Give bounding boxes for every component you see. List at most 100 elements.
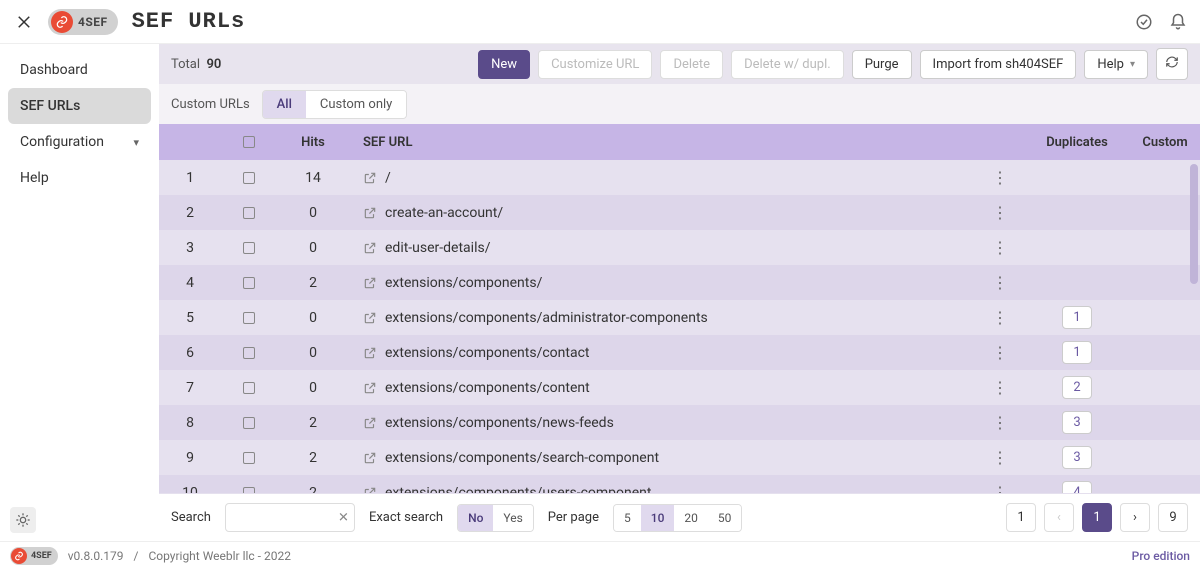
- row-hits: 0: [277, 345, 349, 361]
- row-checkbox[interactable]: [243, 277, 255, 289]
- row-actions-icon[interactable]: ⋮: [992, 240, 1008, 256]
- per-page-label: Per page: [548, 510, 599, 525]
- table-row[interactable]: 20create-an-account/⋮: [159, 195, 1200, 230]
- row-url[interactable]: extensions/components/contact: [385, 345, 590, 361]
- bell-icon[interactable]: [1168, 12, 1188, 32]
- duplicates-badge[interactable]: 1: [1062, 306, 1091, 329]
- row-actions-icon[interactable]: ⋮: [992, 275, 1008, 291]
- col-hits[interactable]: Hits: [277, 135, 349, 150]
- per-page-10[interactable]: 10: [641, 505, 675, 531]
- table-row[interactable]: 42extensions/components/⋮: [159, 265, 1200, 300]
- col-duplicates[interactable]: Duplicates: [1024, 135, 1130, 150]
- check-circle-icon[interactable]: [1134, 12, 1154, 32]
- page-next[interactable]: ›: [1120, 503, 1150, 532]
- row-url[interactable]: extensions/components/administrator-comp…: [385, 310, 708, 326]
- chevron-down-icon: ▾: [1130, 59, 1135, 70]
- col-sef-url[interactable]: SEF URL: [349, 135, 976, 150]
- row-checkbox[interactable]: [243, 172, 255, 184]
- row-checkbox[interactable]: [243, 312, 255, 324]
- scrollbar[interactable]: [1190, 164, 1198, 284]
- row-url[interactable]: extensions/components/search-component: [385, 450, 659, 466]
- row-checkbox[interactable]: [243, 487, 255, 494]
- custom-filter-segment: All Custom only: [262, 90, 408, 119]
- row-checkbox[interactable]: [243, 452, 255, 464]
- row-index: 9: [159, 450, 221, 466]
- sidebar-item-configuration[interactable]: Configuration▾: [8, 124, 151, 160]
- row-hits: 0: [277, 240, 349, 256]
- row-checkbox[interactable]: [243, 417, 255, 429]
- new-button[interactable]: New: [478, 50, 530, 79]
- status-bar: 4SEF v0.8.0.179 / Copyright Weeblr llc -…: [0, 541, 1200, 569]
- import-button[interactable]: Import from sh404SEF: [920, 50, 1077, 79]
- exact-yes[interactable]: Yes: [493, 505, 532, 531]
- copyright-text: Copyright Weeblr llc - 2022: [148, 549, 291, 563]
- row-actions-icon[interactable]: ⋮: [992, 205, 1008, 221]
- row-actions-icon[interactable]: ⋮: [992, 485, 1008, 494]
- row-url[interactable]: extensions/components/: [385, 275, 542, 291]
- external-link-icon: [363, 206, 377, 220]
- table-row[interactable]: 92extensions/components/search-component…: [159, 440, 1200, 475]
- external-link-icon: [363, 416, 377, 430]
- delete-button[interactable]: Delete: [660, 50, 723, 79]
- clear-search-icon[interactable]: ✕: [338, 510, 349, 525]
- external-link-icon: [363, 486, 377, 494]
- row-checkbox[interactable]: [243, 207, 255, 219]
- row-url[interactable]: /: [385, 170, 391, 186]
- table-row[interactable]: 30edit-user-details/⋮: [159, 230, 1200, 265]
- filter-all[interactable]: All: [263, 91, 306, 118]
- table-row[interactable]: 82extensions/components/news-feeds⋮3: [159, 405, 1200, 440]
- row-url[interactable]: create-an-account/: [385, 205, 503, 221]
- per-page-50[interactable]: 50: [708, 505, 742, 531]
- per-page-20[interactable]: 20: [674, 505, 708, 531]
- sidebar-item-help[interactable]: Help: [8, 160, 151, 196]
- search-input[interactable]: [225, 503, 355, 532]
- page-first[interactable]: 1: [1006, 503, 1036, 532]
- row-actions-icon[interactable]: ⋮: [992, 310, 1008, 326]
- duplicates-badge[interactable]: 4: [1062, 481, 1091, 493]
- row-index: 5: [159, 310, 221, 326]
- row-actions-icon[interactable]: ⋮: [992, 380, 1008, 396]
- sidebar-item-dashboard[interactable]: Dashboard: [8, 52, 151, 88]
- close-icon[interactable]: [12, 10, 36, 34]
- table-row[interactable]: 114/⋮: [159, 160, 1200, 195]
- col-custom[interactable]: Custom: [1130, 135, 1200, 150]
- page-prev[interactable]: ‹: [1044, 503, 1074, 532]
- customize-url-button[interactable]: Customize URL: [538, 50, 652, 79]
- mini-logo: 4SEF: [10, 547, 58, 565]
- duplicates-badge[interactable]: 3: [1062, 446, 1091, 469]
- row-actions-icon[interactable]: ⋮: [992, 170, 1008, 186]
- filter-custom-only[interactable]: Custom only: [306, 91, 406, 118]
- row-actions-icon[interactable]: ⋮: [992, 450, 1008, 466]
- row-url[interactable]: extensions/components/news-feeds: [385, 415, 614, 431]
- help-button[interactable]: Help▾: [1084, 50, 1148, 79]
- row-url[interactable]: extensions/components/content: [385, 380, 590, 396]
- duplicates-badge[interactable]: 1: [1062, 341, 1091, 364]
- page-last[interactable]: 9: [1158, 503, 1188, 532]
- duplicates-badge[interactable]: 2: [1062, 376, 1091, 399]
- row-checkbox[interactable]: [243, 347, 255, 359]
- main-panel: Total 90 New Customize URL Delete Delete…: [159, 44, 1200, 541]
- row-hits: 2: [277, 275, 349, 291]
- row-checkbox[interactable]: [243, 382, 255, 394]
- sidebar-item-sef-urls[interactable]: SEF URLs: [8, 88, 151, 124]
- table-row[interactable]: 70extensions/components/content⋮2: [159, 370, 1200, 405]
- duplicates-badge[interactable]: 3: [1062, 411, 1091, 434]
- table-row[interactable]: 60extensions/components/contact⋮1: [159, 335, 1200, 370]
- row-actions-icon[interactable]: ⋮: [992, 415, 1008, 431]
- purge-button[interactable]: Purge: [852, 50, 912, 79]
- row-actions-icon[interactable]: ⋮: [992, 345, 1008, 361]
- theme-toggle-button[interactable]: [10, 507, 36, 533]
- page-current[interactable]: 1: [1082, 503, 1112, 532]
- exact-no[interactable]: No: [458, 505, 493, 531]
- row-checkbox[interactable]: [243, 242, 255, 254]
- delete-with-dup-button[interactable]: Delete w/ dupl.: [731, 50, 844, 79]
- select-all-checkbox[interactable]: [243, 136, 255, 148]
- per-page-5[interactable]: 5: [614, 505, 641, 531]
- row-url[interactable]: edit-user-details/: [385, 240, 490, 256]
- table-row[interactable]: 50extensions/components/administrator-co…: [159, 300, 1200, 335]
- row-hits: 14: [277, 170, 349, 186]
- external-link-icon: [363, 311, 377, 325]
- refresh-button[interactable]: [1156, 48, 1188, 80]
- row-url[interactable]: extensions/components/users-component: [385, 485, 651, 494]
- table-row[interactable]: 102extensions/components/users-component…: [159, 475, 1200, 493]
